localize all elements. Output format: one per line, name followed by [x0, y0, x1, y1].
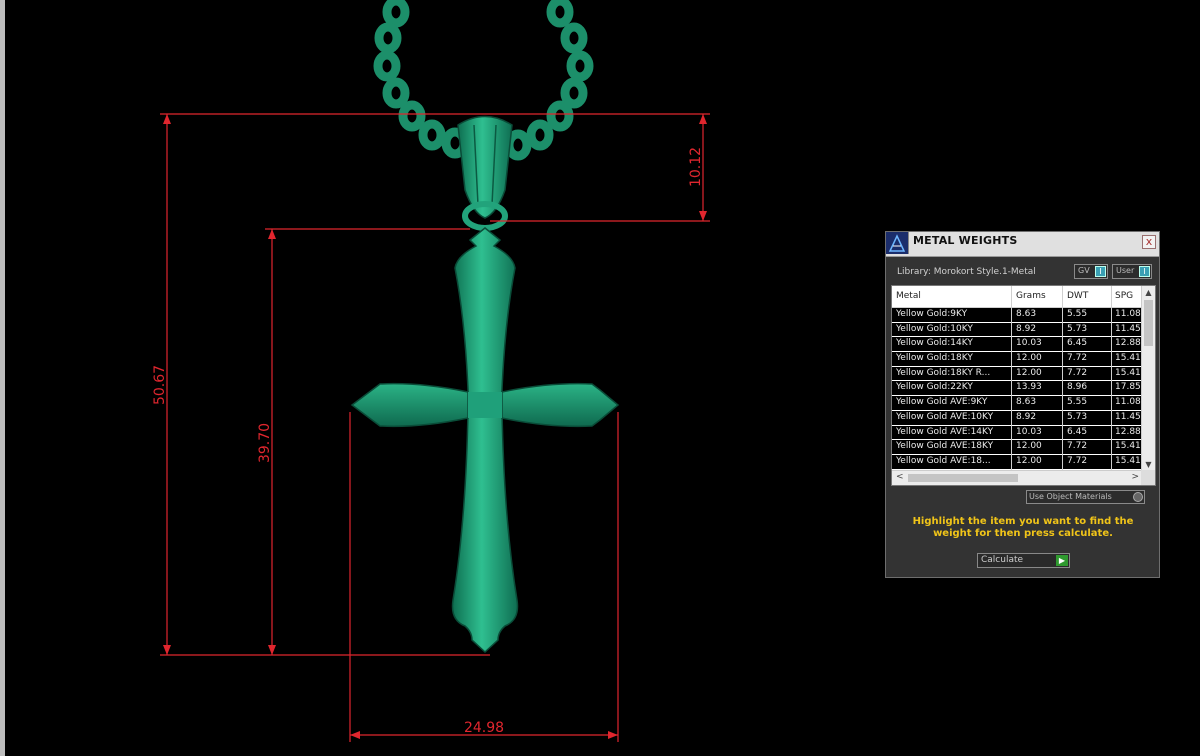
cell-dwt: 7.72	[1067, 455, 1088, 466]
table-header: Metal Grams DWT SPG	[892, 286, 1142, 308]
instructions-text: Highlight the item you want to find the …	[912, 516, 1134, 539]
calculate-label: Calculate	[981, 555, 1024, 565]
panel-title: METAL WEIGHTS	[913, 234, 1018, 247]
cell-grams: 8.92	[1016, 411, 1037, 422]
cell-dwt: 6.45	[1067, 426, 1088, 437]
column-header-grams[interactable]: Grams	[1016, 291, 1062, 301]
cell-dwt: 7.72	[1067, 353, 1088, 364]
cell-grams: 12.00	[1016, 353, 1042, 364]
cross-pendant	[350, 227, 620, 654]
table-row[interactable]: Yellow Gold AVE:9KY 8.63 5.55 11.08	[892, 396, 1142, 411]
3d-viewport[interactable]: 50.67 39.70 10.12 24.98 METAL WEIGHTS x …	[0, 0, 1200, 756]
cell-dwt: 6.45	[1067, 338, 1088, 349]
table-row[interactable]: Yellow Gold:9KY 8.63 5.55 11.08	[892, 308, 1142, 323]
cell-metal: Yellow Gold:14KY	[896, 338, 973, 349]
table-row[interactable]: Yellow Gold:18KY R... 12.00 7.72 15.41	[892, 366, 1142, 382]
cell-metal: Yellow Gold AVE:18...	[896, 455, 991, 466]
cell-metal: Yellow Gold:22KY	[896, 382, 973, 393]
scroll-left-icon[interactable]: <	[896, 472, 904, 482]
cell-grams: 13.93	[1016, 382, 1042, 393]
cell-grams: 12.00	[1016, 367, 1042, 378]
cell-metal: Yellow Gold AVE:14KY	[896, 426, 994, 437]
table-row[interactable]: Yellow Gold:22KY 13.93 8.96 17.85	[892, 381, 1142, 397]
cell-metal: Yellow Gold AVE:18KY	[896, 441, 994, 452]
cell-metal: Yellow Gold:18KY	[896, 353, 973, 364]
table-row[interactable]: Yellow Gold:18KY 12.00 7.72 15.41	[892, 352, 1142, 367]
vertical-scrollbar[interactable]: ▲ ▼	[1141, 286, 1155, 471]
table-row[interactable]: Yellow Gold AVE:10KY 8.92 5.73 11.45	[892, 410, 1142, 426]
cell-metal: Yellow Gold AVE:9KY	[896, 397, 988, 408]
user-toggle[interactable]: User I	[1112, 264, 1152, 279]
cell-grams: 10.03	[1016, 338, 1042, 349]
column-divider	[1062, 286, 1063, 471]
table-row[interactable]: Yellow Gold AVE:14KY 10.03 6.45 12.88	[892, 425, 1142, 441]
column-header-dwt[interactable]: DWT	[1067, 291, 1111, 301]
scroll-right-icon[interactable]: >	[1131, 472, 1139, 482]
cell-metal: Yellow Gold:10KY	[896, 323, 973, 334]
cell-dwt: 5.73	[1067, 323, 1088, 334]
scroll-up-icon[interactable]: ▲	[1142, 286, 1155, 299]
cell-grams: 12.00	[1016, 455, 1042, 466]
horizontal-scrollbar[interactable]: < >	[892, 470, 1143, 485]
cell-grams: 8.92	[1016, 323, 1037, 334]
use-object-materials-label: Use Object Materials	[1029, 492, 1112, 501]
radio-icon[interactable]	[1133, 492, 1143, 502]
column-header-metal[interactable]: Metal	[896, 291, 1008, 301]
cell-dwt: 8.96	[1067, 382, 1088, 393]
cell-grams: 12.00	[1016, 441, 1042, 452]
cell-dwt: 5.55	[1067, 309, 1088, 319]
cell-grams: 8.63	[1016, 397, 1037, 408]
app-logo-icon	[886, 232, 909, 254]
table-row[interactable]: Yellow Gold:10KY 8.92 5.73 11.45	[892, 322, 1142, 338]
dim-overall-height: 50.67	[152, 365, 168, 405]
library-label: Library: Morokort Style.1-Metal	[897, 267, 1036, 277]
table-rows: Yellow Gold:9KY 8.63 5.55 11.08 Yellow Gold:…	[892, 308, 1142, 470]
dim-width: 24.98	[464, 720, 504, 736]
pendant-bail	[457, 115, 513, 231]
table-row[interactable]: Yellow Gold AVE:18KY 12.00 7.72 15.41	[892, 440, 1142, 455]
panel-title-bar[interactable]: METAL WEIGHTS x	[886, 232, 1159, 257]
dim-bail-height: 10.12	[688, 147, 704, 187]
cell-dwt: 7.72	[1067, 367, 1088, 378]
dim-cross-height: 39.70	[257, 423, 273, 463]
user-toggle-button[interactable]: I	[1139, 266, 1150, 277]
table-row[interactable]: Yellow Gold AVE:18... 12.00 7.72 15.41	[892, 454, 1142, 470]
user-label: User	[1116, 266, 1135, 275]
gv-toggle-button[interactable]: I	[1095, 266, 1106, 277]
metal-weights-panel: METAL WEIGHTS x Library: Morokort Style.…	[885, 231, 1160, 578]
cell-metal: Yellow Gold:18KY R...	[896, 367, 991, 378]
cell-metal: Yellow Gold AVE:10KY	[896, 411, 994, 422]
cell-dwt: 5.55	[1067, 397, 1088, 408]
gv-toggle[interactable]: GV I	[1074, 264, 1108, 279]
metal-table[interactable]: Metal Grams DWT SPG Yellow Gold:9KY 8.63 5…	[891, 285, 1156, 486]
cell-grams: 10.03	[1016, 426, 1042, 437]
use-object-materials-toggle[interactable]: Use Object Materials	[1026, 490, 1145, 504]
scrollbar-corner	[1141, 470, 1155, 485]
calculate-button[interactable]: Calculate ▶	[977, 553, 1070, 568]
close-icon[interactable]: x	[1142, 235, 1156, 249]
horizontal-scroll-thumb[interactable]	[908, 474, 1018, 482]
cell-metal: Yellow Gold:9KY	[896, 309, 968, 319]
vertical-scroll-thumb[interactable]	[1144, 300, 1153, 346]
cell-dwt: 5.73	[1067, 411, 1088, 422]
dimension-lines	[160, 113, 710, 742]
column-divider	[1111, 286, 1112, 471]
cell-dwt: 7.72	[1067, 441, 1088, 452]
gv-label: GV	[1078, 266, 1090, 275]
table-row[interactable]: Yellow Gold:14KY 10.03 6.45 12.88	[892, 337, 1142, 353]
play-arrow-icon[interactable]: ▶	[1056, 555, 1068, 566]
column-divider	[1011, 286, 1012, 471]
cell-grams: 8.63	[1016, 309, 1037, 319]
